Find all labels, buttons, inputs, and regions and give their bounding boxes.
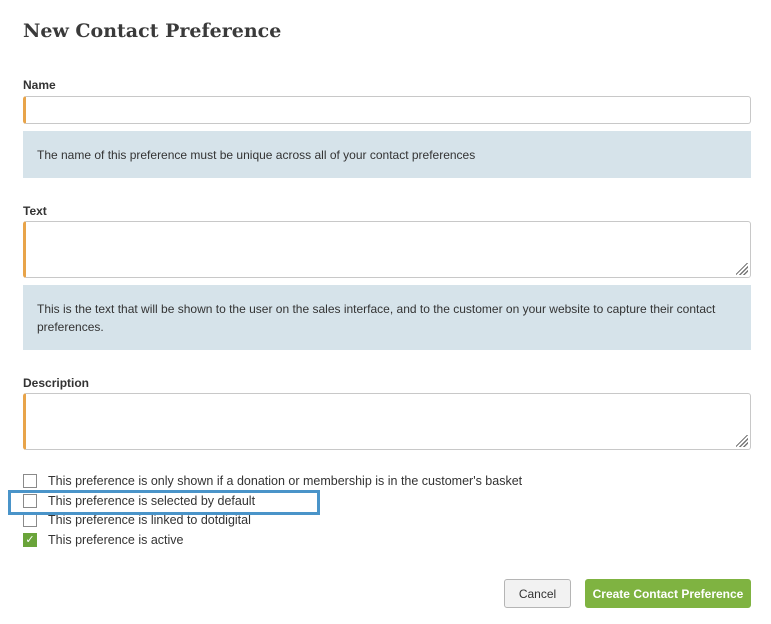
- checkbox-active[interactable]: ✓: [23, 533, 37, 547]
- text-textarea[interactable]: [23, 221, 751, 278]
- page-title: New Contact Preference: [23, 20, 282, 42]
- option-label: This preference is selected by default: [48, 494, 256, 508]
- checkmark-icon: ✓: [25, 533, 35, 546]
- name-label: Name: [23, 78, 56, 92]
- description-textarea[interactable]: [23, 393, 751, 450]
- checkbox-linked-dotdigital[interactable]: [23, 513, 37, 527]
- option-label: This preference is only shown if a donat…: [48, 474, 523, 488]
- option-donation-membership[interactable]: This preference is only shown if a donat…: [23, 472, 522, 490]
- name-input[interactable]: [23, 96, 751, 124]
- option-label: This preference is active: [48, 533, 184, 547]
- option-linked-dotdigital[interactable]: This preference is linked to dotdigital: [23, 511, 251, 529]
- create-contact-preference-button[interactable]: Create Contact Preference: [585, 579, 751, 608]
- text-label: Text: [23, 204, 47, 218]
- name-help-text: The name of this preference must be uniq…: [23, 131, 751, 178]
- description-resize-handle[interactable]: [736, 435, 748, 447]
- description-label: Description: [23, 376, 90, 390]
- option-active[interactable]: ✓ This preference is active: [23, 531, 183, 549]
- checkbox-selected-by-default[interactable]: [23, 494, 37, 508]
- text-resize-handle[interactable]: [736, 263, 748, 275]
- cancel-button[interactable]: Cancel: [504, 579, 571, 608]
- checkbox-donation-membership[interactable]: [23, 474, 37, 488]
- text-help-text: This is the text that will be shown to t…: [23, 285, 751, 350]
- option-selected-by-default[interactable]: This preference is selected by default: [23, 492, 255, 510]
- option-label: This preference is linked to dotdigital: [48, 513, 251, 527]
